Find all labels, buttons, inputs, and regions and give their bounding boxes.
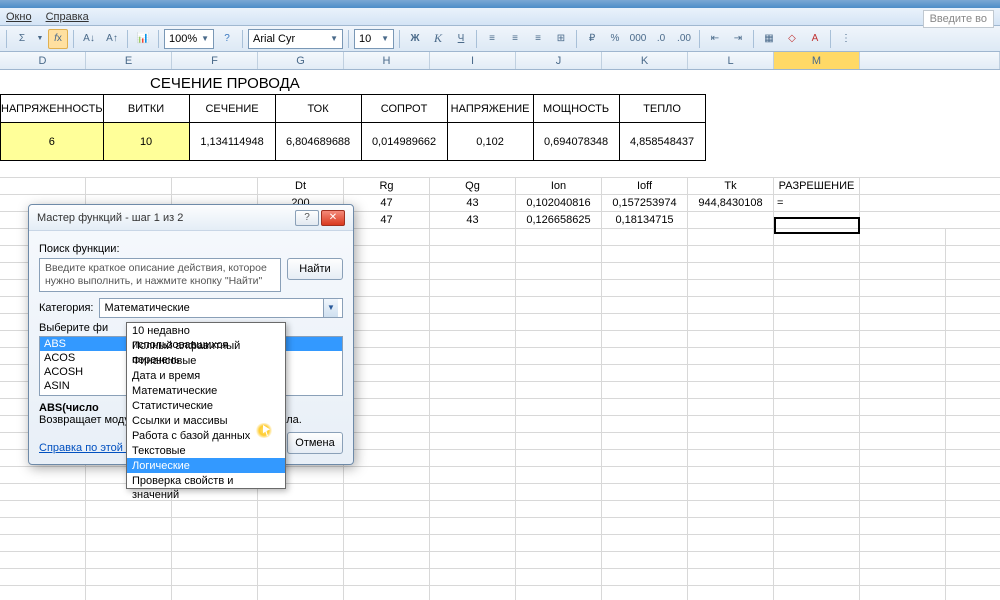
dec-dec-icon[interactable]: .00 (674, 29, 694, 49)
borders-icon[interactable]: ▦ (759, 29, 779, 49)
bold-button[interactable]: Ж (405, 29, 425, 49)
col-I[interactable]: I (430, 52, 516, 69)
active-cell[interactable]: = (774, 195, 860, 211)
indent-inc-icon[interactable]: ⇥ (728, 29, 748, 49)
extras-icon[interactable]: ⋮ (836, 29, 856, 49)
col-E[interactable]: E (86, 52, 172, 69)
merge-icon[interactable]: ⊞ (551, 29, 571, 49)
zoom-combo[interactable]: 100%▼ (164, 29, 214, 49)
currency-icon[interactable]: ₽ (582, 29, 602, 49)
col-L[interactable]: L (688, 52, 774, 69)
dropdown-icon[interactable]: ▼ (35, 29, 45, 49)
col-G[interactable]: G (258, 52, 344, 69)
sheet-title: СЕЧЕНИЕ ПРОВОДА (0, 74, 1000, 94)
indent-dec-icon[interactable]: ⇤ (705, 29, 725, 49)
col-F[interactable]: F (172, 52, 258, 69)
cancel-button[interactable]: Отмена (287, 432, 343, 454)
toolbar: Σ ▼ fx A↓ A↑ 📊 100%▼ ? Arial Cyr▼ 10▼ Ж … (0, 26, 1000, 52)
italic-button[interactable]: К (428, 29, 448, 49)
data-table-1: НАПРЯЖЕННОСТЬ ВИТКИ СЕЧЕНИЕ ТОК СОПРОТ Н… (0, 94, 706, 161)
align-left-icon[interactable]: ≡ (482, 29, 502, 49)
fx-icon[interactable]: fx (48, 29, 68, 49)
underline-button[interactable]: Ч (451, 29, 471, 49)
menu-help[interactable]: Справка (46, 11, 89, 23)
font-color-icon[interactable]: A (805, 29, 825, 49)
col-D[interactable]: D (0, 52, 86, 69)
help-icon[interactable]: ? (295, 210, 319, 226)
menu-window[interactable]: Окно (6, 11, 32, 23)
sort-asc-icon[interactable]: A↓ (79, 29, 99, 49)
category-dropdown[interactable]: 10 недавно использовавшихся Полный алфав… (126, 322, 286, 489)
function-wizard-dialog: Мастер функций - шаг 1 из 2 ? ✕ Поиск фу… (28, 204, 354, 465)
help-icon[interactable]: ? (217, 29, 237, 49)
search-hint[interactable]: Введите во (923, 10, 994, 28)
menu-bar[interactable]: Окно Справка (0, 8, 1000, 26)
search-description[interactable]: Введите краткое описание действия, котор… (39, 258, 281, 292)
col-K[interactable]: K (602, 52, 688, 69)
col-M[interactable]: M (774, 52, 860, 69)
category-combo[interactable]: Математические▼ (99, 298, 343, 318)
chart-icon[interactable]: 📊 (133, 29, 153, 49)
dialog-titlebar[interactable]: Мастер функций - шаг 1 из 2 ? ✕ (29, 205, 353, 231)
column-headers[interactable]: D E F G H I J K L M (0, 52, 1000, 70)
align-right-icon[interactable]: ≡ (528, 29, 548, 49)
dec-inc-icon[interactable]: .0 (651, 29, 671, 49)
close-icon[interactable]: ✕ (321, 210, 345, 226)
align-center-icon[interactable]: ≡ (505, 29, 525, 49)
col-J[interactable]: J (516, 52, 602, 69)
col-H[interactable]: H (344, 52, 430, 69)
sum-icon[interactable]: Σ (12, 29, 32, 49)
comma-icon[interactable]: 000 (628, 29, 648, 49)
sort-desc-icon[interactable]: A↑ (102, 29, 122, 49)
fontsize-combo[interactable]: 10▼ (354, 29, 394, 49)
font-combo[interactable]: Arial Cyr▼ (248, 29, 343, 49)
fill-color-icon[interactable]: ◇ (782, 29, 802, 49)
percent-icon[interactable]: % (605, 29, 625, 49)
find-button[interactable]: Найти (287, 258, 343, 280)
